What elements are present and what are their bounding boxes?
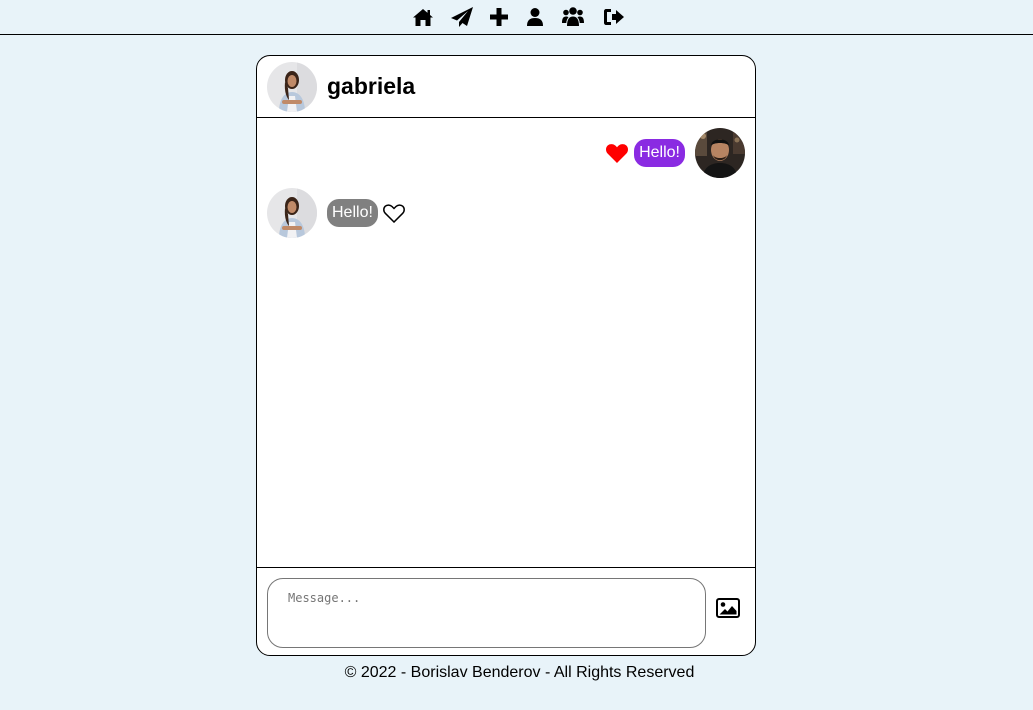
users-icon[interactable]	[562, 5, 584, 29]
home-icon[interactable]	[413, 5, 433, 29]
heart-filled-icon[interactable]	[606, 143, 629, 163]
partner-message-avatar[interactable]	[267, 188, 317, 238]
plus-icon[interactable]	[490, 5, 508, 29]
message-composer	[257, 567, 755, 655]
chat-window: gabriela Hello! Hello! Message...	[256, 55, 756, 656]
image-upload-icon[interactable]	[716, 598, 740, 618]
message-input[interactable]	[267, 578, 706, 648]
user-icon[interactable]	[527, 5, 543, 29]
sign-out-icon[interactable]	[604, 5, 624, 29]
message-row-received: Hello!	[267, 188, 405, 238]
message-bubble-received: Hello!	[327, 199, 378, 227]
message-bubble-sent: Hello!	[634, 139, 685, 167]
message-row-sent: Hello!	[606, 128, 745, 178]
my-avatar[interactable]	[695, 128, 745, 178]
chat-header: gabriela	[257, 56, 755, 118]
partner-avatar[interactable]	[267, 61, 317, 112]
top-navigation	[0, 0, 1033, 35]
partner-name: gabriela	[327, 73, 416, 99]
heart-outline-icon[interactable]	[382, 203, 405, 223]
send-icon[interactable]	[451, 5, 473, 29]
message-list: Hello! Hello!	[257, 118, 755, 567]
nav-icons	[413, 5, 624, 29]
footer-copyright: © 2022 - Borislav Benderov - All Rights …	[344, 664, 695, 681]
